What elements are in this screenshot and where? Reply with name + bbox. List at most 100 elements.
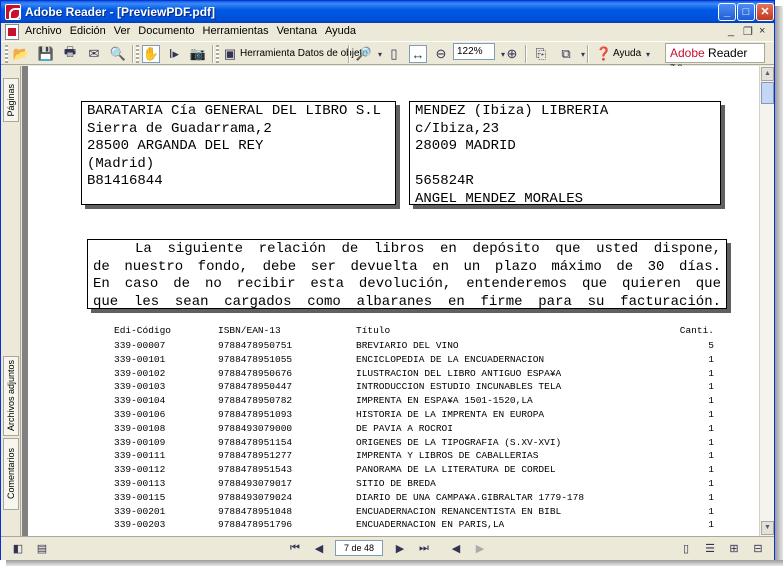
menu-archivo[interactable]: Archivo xyxy=(21,25,66,37)
go-back-icon[interactable]: ◀ xyxy=(449,541,463,555)
tab-pages[interactable]: Páginas xyxy=(3,78,19,122)
zoom-in-icon[interactable]: ⊕ xyxy=(503,45,521,63)
row-titulo: ORIGENES DE LA TIPOGRAFIA (S.XV-XVI) xyxy=(356,436,562,448)
toolbar-grip[interactable] xyxy=(136,45,139,63)
menu-herramientas[interactable]: Herramientas xyxy=(199,25,273,37)
window-title: Adobe Reader - [PreviewPDF.pdf] xyxy=(25,5,216,19)
page-number-input[interactable]: 7 de 48 xyxy=(335,540,383,556)
row-edi-codigo: 339-00113 xyxy=(114,477,166,489)
row-edi-codigo: 339-00109 xyxy=(114,436,166,448)
row-titulo: DIARIO DE UNA CAMPA¥A.GIBRALTAR 1779-178 xyxy=(356,491,585,503)
maximize-button[interactable]: □ xyxy=(737,3,755,21)
header-cantidad: Canti. xyxy=(679,325,714,336)
zoom-input[interactable]: 122% xyxy=(453,43,495,60)
document-menu-icon[interactable] xyxy=(5,24,19,40)
menu-ventana[interactable]: Ventana xyxy=(273,25,321,37)
row-titulo: IMPRENTA EN ESPA¥A 1501-1520,LA xyxy=(356,395,533,407)
tab-comments-label: Comentarios xyxy=(6,448,16,500)
row-edi-codigo: 339-00201 xyxy=(114,505,166,517)
row-isbn: 9788478950782 xyxy=(218,395,293,407)
hand-tool-icon[interactable]: ✋ xyxy=(142,45,160,63)
document-viewport[interactable]: BARATARIA Cía GENERAL DEL LIBRO S.L Sier… xyxy=(22,66,759,536)
menu-ayuda[interactable]: Ayuda xyxy=(321,25,360,37)
window-shadow-bottom xyxy=(6,560,783,566)
notice-line: La siguiente relación de libros en depós… xyxy=(135,241,721,257)
close-button[interactable]: ✕ xyxy=(756,3,774,21)
row-titulo: ENCUADERNACION RENANCENTISTA EN BIBL xyxy=(356,505,562,517)
single-page-view-icon[interactable]: ▯ xyxy=(679,541,693,555)
last-page-icon[interactable]: ⏭ xyxy=(417,541,431,555)
actual-size-icon[interactable]: ▯ xyxy=(385,45,403,63)
search-icon[interactable]: 🔍 xyxy=(109,45,127,63)
page-layout-icon[interactable]: ⧉ xyxy=(557,45,575,63)
print-icon[interactable]: 🖶 xyxy=(61,44,79,63)
help-dropdown-icon[interactable]: ▾ xyxy=(639,45,657,63)
pdf-page: BARATARIA Cía GENERAL DEL LIBRO S.L Sier… xyxy=(28,66,759,536)
page-properties-icon[interactable]: ▤ xyxy=(35,541,49,555)
table-row: 339-00115 9788493079024 DIARIO DE UNA CAMP… xyxy=(114,491,714,505)
scroll-up-icon[interactable]: ▲ xyxy=(761,67,774,81)
table-row: 339-00007 9788478950751 BREVIARIO DEL VINO… xyxy=(114,339,714,353)
row-cantidad: 1 xyxy=(708,422,714,434)
vertical-scrollbar[interactable]: ▲ ▼ xyxy=(759,66,774,536)
table-row: 339-00106 9788478951093 HISTORIA DE LA IMP… xyxy=(114,408,714,422)
toolbar-grip[interactable] xyxy=(216,45,219,63)
zoom-out-icon[interactable]: ⊖ xyxy=(432,45,450,63)
facing-view-icon[interactable]: ⊞ xyxy=(727,541,741,555)
toolbar-separator xyxy=(212,45,214,63)
scroll-down-icon[interactable]: ▼ xyxy=(761,521,774,535)
row-titulo: PANORAMA DE LA LITERATURA DE CORDEL xyxy=(356,464,556,476)
table-row: 339-00113 9788493079017 SITIO DE BREDA 1 xyxy=(114,477,714,491)
menu-documento[interactable]: Documento xyxy=(134,25,198,37)
row-isbn: 9788478950447 xyxy=(218,381,293,393)
doc-restore-button[interactable]: ❐ xyxy=(743,25,753,38)
first-page-icon[interactable]: ⏮ xyxy=(288,541,302,555)
help-label[interactable]: Ayuda xyxy=(613,48,641,59)
row-edi-codigo: 339-00104 xyxy=(114,395,166,407)
save-icon[interactable]: 💾 xyxy=(37,45,55,63)
row-edi-codigo: 339-00111 xyxy=(114,450,166,462)
tab-attachments[interactable]: Archivos adjuntos xyxy=(3,356,19,436)
table-row: 339-00201 9788478951048 ENCUADERNACION REN… xyxy=(114,505,714,519)
toolbar: 📂 💾 🖶 ✉ 🔍 ✋ I▸ 📷 ▣ Herramienta Datos de … xyxy=(1,41,774,65)
status-bar: ◧ ▤ ⏮ ◀ 7 de 48 ▶ ⏭ ◀ ▶ ▯ ☰ ⊞ ⊟ xyxy=(1,536,774,560)
row-isbn: 9788493079024 xyxy=(218,491,293,503)
minimize-button[interactable]: _ xyxy=(718,3,736,21)
row-cantidad: 1 xyxy=(708,353,714,365)
rotate-icon[interactable]: ⎘ xyxy=(532,45,550,63)
navigation-pane: Páginas Archivos adjuntos Comentarios xyxy=(1,66,21,536)
row-edi-codigo: 339-00103 xyxy=(114,381,166,393)
doc-minimize-button[interactable]: _ xyxy=(728,25,734,37)
next-page-icon[interactable]: ▶ xyxy=(393,541,407,555)
nav-pane-toggle-icon[interactable]: ◧ xyxy=(11,541,25,555)
title-bar[interactable]: Adobe Reader - [PreviewPDF.pdf] _ □ ✕ xyxy=(1,1,774,23)
snapshot-icon[interactable]: 📷 xyxy=(189,45,207,63)
page-layout-dropdown-icon[interactable]: ▾ xyxy=(574,45,592,63)
menu-ver[interactable]: Ver xyxy=(110,25,135,37)
help-icon[interactable]: ❓ xyxy=(595,45,613,63)
table-row: 339-00103 9788478950447 INTRODUCCION ESTUD… xyxy=(114,380,714,394)
row-isbn: 9788493079017 xyxy=(218,477,293,489)
open-icon[interactable]: 📂 xyxy=(12,45,30,63)
books-table: Edi-Código ISBN/EAN-13 Título Canti. 339… xyxy=(114,323,714,532)
select-text-icon[interactable]: I▸ xyxy=(165,45,183,63)
menu-edicion[interactable]: Edición xyxy=(66,25,110,37)
scroll-thumb[interactable] xyxy=(761,82,774,104)
table-row: 339-00102 9788478950676 ILUSTRACION DEL LI… xyxy=(114,367,714,381)
tab-comments[interactable]: Comentarios xyxy=(3,438,19,510)
table-row: 339-00203 9788478951796 ENCUADERNACION EN … xyxy=(114,518,714,532)
doc-close-button[interactable]: × xyxy=(759,25,765,37)
toolbar-separator xyxy=(587,45,589,63)
email-icon[interactable]: ✉ xyxy=(85,45,103,63)
row-titulo: DE PAVIA A ROCROI xyxy=(356,422,453,434)
notice-box: La siguiente relación de libros en depós… xyxy=(87,239,727,310)
toolbar-grip[interactable] xyxy=(5,45,8,63)
adobe-reader-logo: Adobe Reader 7.0 xyxy=(665,43,765,73)
continuous-facing-view-icon[interactable]: ⊟ xyxy=(751,541,765,555)
continuous-view-icon[interactable]: ☰ xyxy=(703,541,717,555)
toolbar-separator xyxy=(132,45,134,63)
object-data-icon[interactable]: ▣ xyxy=(221,45,239,63)
previous-page-icon[interactable]: ◀ xyxy=(312,541,326,555)
fit-width-icon[interactable]: ↔ xyxy=(409,45,427,63)
go-forward-icon[interactable]: ▶ xyxy=(473,541,487,555)
